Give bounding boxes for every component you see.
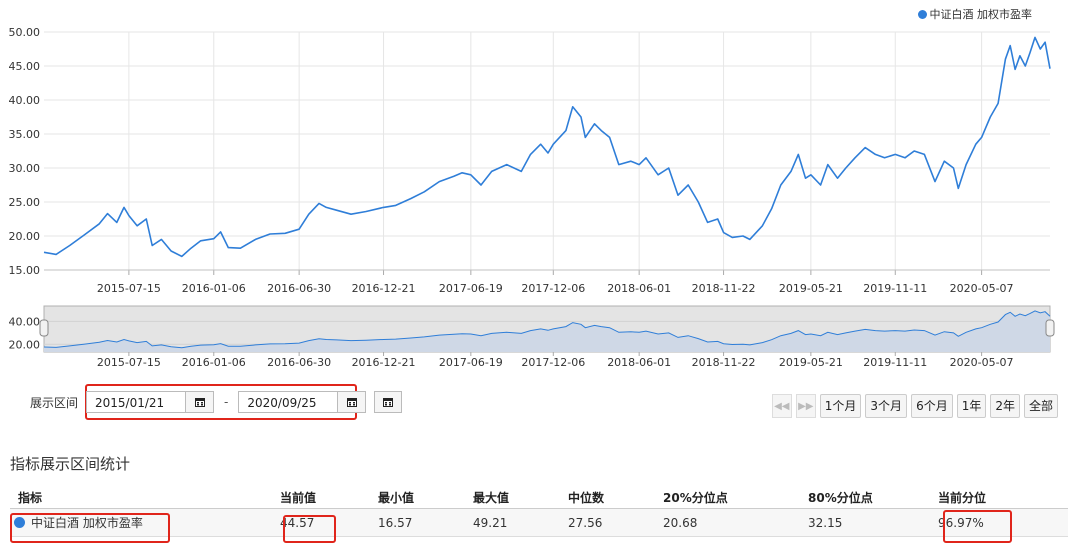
legend-label: 中证白酒 加权市盈率 [929, 8, 1033, 21]
x-tick-label: 2017-12-06 [521, 282, 585, 295]
start-calendar-button[interactable] [186, 391, 215, 413]
navigator-x-tick-label: 2016-06-30 [267, 356, 331, 369]
p20-value: 20.68 [663, 508, 808, 537]
indicator-highlight [10, 513, 170, 543]
navigator-x-tick-label: 2019-05-21 [779, 356, 843, 369]
median-value: 27.56 [568, 508, 663, 537]
header-indicator: 指标 [10, 486, 280, 509]
y-tick-label: 20.00 [9, 230, 41, 243]
x-tick-label: 2018-06-01 [607, 282, 671, 295]
x-tick-label: 2016-12-21 [352, 282, 416, 295]
navigator-x-tick-label: 2019-11-11 [863, 356, 927, 369]
p80-value: 32.15 [808, 508, 938, 537]
navigator-x-tick-label: 2018-06-01 [607, 356, 671, 369]
header-min: 最小值 [378, 486, 473, 509]
header-current: 当前值 [280, 486, 378, 509]
min-value: 16.57 [378, 508, 473, 537]
first-page-icon[interactable]: ◀◀ [771, 394, 792, 418]
y-tick-label: 40.00 [9, 94, 41, 107]
navigator-y-tick-label: 40.00 [9, 315, 41, 328]
period-2-year-button[interactable]: 2年 [990, 394, 1020, 418]
pe-chart: 15.00 20.00 25.00 30.00 35.00 40.00 45.00 50.00… [9, 26, 1055, 369]
navigator-x-tick-label: 2016-01-06 [182, 356, 246, 369]
navigator-x-tick-label: 2016-12-21 [352, 356, 416, 369]
y-tick-label: 15.00 [9, 264, 41, 277]
period-1-year-button[interactable]: 1年 [956, 394, 987, 418]
next-page-icon[interactable]: ▶▶ [795, 394, 816, 418]
navigator-x-tick-label: 2017-06-19 [439, 356, 503, 369]
x-tick-label: 2015-07-15 [97, 282, 161, 295]
period-buttons: ◀◀ ▶▶ 1个月 3个月 6个月 1年 2年 全部 [771, 394, 1058, 418]
y-tick-label: 50.00 [9, 26, 41, 39]
chart-legend[interactable]: 中证白酒 加权市盈率 [917, 6, 1033, 22]
x-tick-label: 2018-11-22 [692, 282, 756, 295]
x-tick-label: 2019-05-21 [779, 282, 843, 295]
navigator-handle[interactable] [1045, 319, 1055, 337]
x-tick-label: 2017-06-19 [439, 282, 503, 295]
navigator-x-tick-label: 2015-07-15 [97, 356, 161, 369]
current-value-highlight [283, 515, 336, 543]
x-tick-label: 2016-01-06 [182, 282, 246, 295]
y-tick-label: 35.00 [9, 128, 41, 141]
max-value: 49.21 [473, 508, 568, 537]
calendar-icon [346, 398, 357, 407]
legend-marker-icon [917, 9, 927, 19]
header-percentile: 当前分位 [938, 486, 1068, 509]
x-tick-label: 2016-06-30 [267, 282, 331, 295]
calendar-icon [194, 398, 205, 407]
y-tick-label: 25.00 [9, 196, 41, 209]
calendar-icon [383, 398, 394, 407]
period-all-button[interactable]: 全部 [1023, 394, 1058, 418]
navigator-x-tick-label: 2017-12-06 [521, 356, 585, 369]
y-tick-label: 30.00 [9, 162, 41, 175]
pe-series-line [43, 36, 1051, 258]
header-p80: 80%分位点 [808, 486, 938, 509]
end-date-input[interactable]: 2020/09/25 [238, 391, 339, 413]
period-1-month-button[interactable]: 1个月 [819, 394, 862, 418]
period-3-month-button[interactable]: 3个月 [865, 394, 908, 418]
x-tick-label: 2019-11-11 [863, 282, 927, 295]
extra-calendar-button[interactable] [374, 391, 403, 413]
date-range-picker: 展示区间 2015/01/21 - 2020/09/25 [30, 391, 403, 413]
date-range-label: 展示区间 [30, 395, 79, 410]
percentile-highlight [943, 510, 1012, 543]
navigator-y-tick-label: 20.00 [9, 338, 41, 351]
header-max: 最大值 [473, 486, 568, 509]
navigator-x-tick-label: 2020-05-07 [950, 356, 1014, 369]
start-date-input[interactable]: 2015/01/21 [86, 391, 187, 413]
x-tick-label: 2020-05-07 [950, 282, 1014, 295]
y-tick-label: 45.00 [9, 60, 41, 73]
stats-section-title: 指标展示区间统计 [10, 455, 131, 473]
header-median: 中位数 [568, 486, 663, 509]
navigator-x-tick-label: 2018-11-22 [692, 356, 756, 369]
navigator-handle[interactable] [39, 319, 49, 337]
date-separator: - [224, 395, 229, 409]
table-header-row: 指标 当前值 最小值 最大值 中位数 20%分位点 80%分位点 当前分位 [10, 486, 1068, 509]
end-calendar-button[interactable] [338, 391, 367, 413]
header-p20: 20%分位点 [663, 486, 808, 509]
period-6-month-button[interactable]: 6个月 [911, 394, 953, 418]
